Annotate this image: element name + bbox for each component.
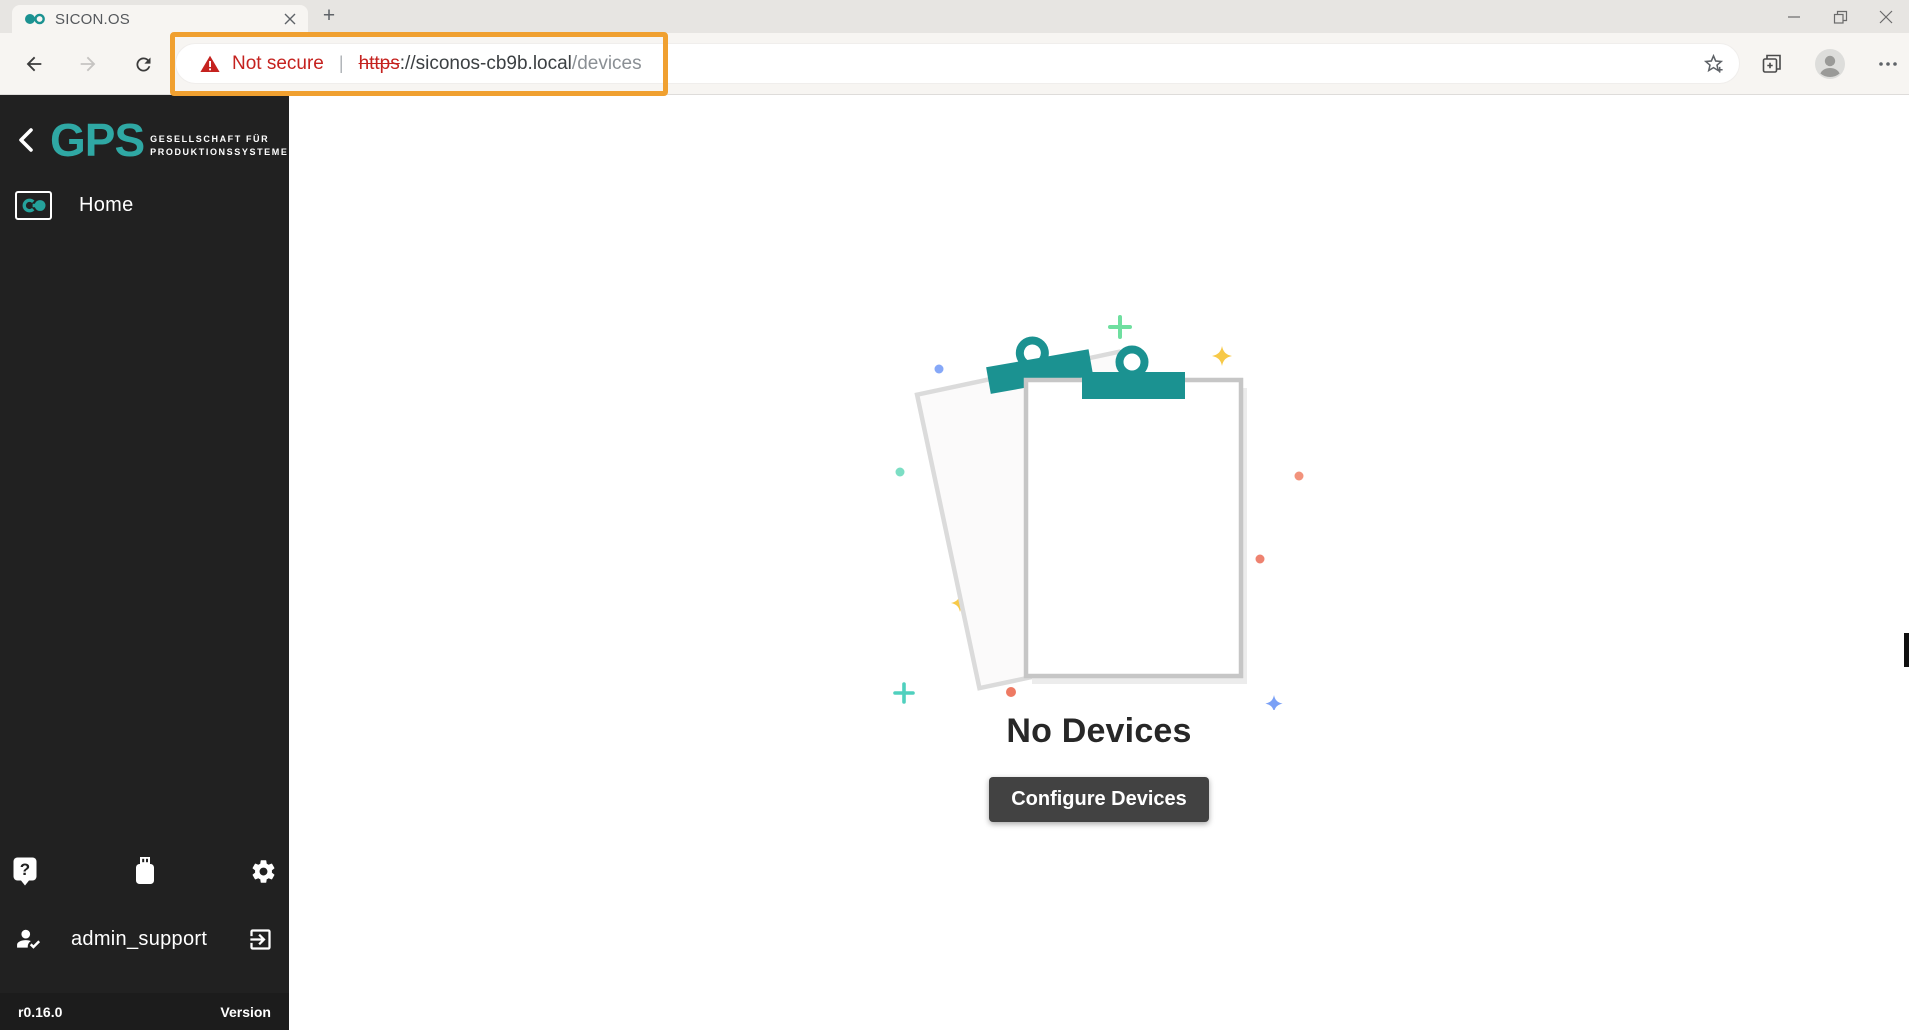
window-controls — [1771, 0, 1909, 33]
collections-icon[interactable] — [1751, 43, 1792, 84]
configure-devices-button[interactable]: Configure Devices — [989, 777, 1209, 822]
account-row: admin_support — [0, 917, 289, 961]
settings-gear-icon[interactable] — [250, 858, 277, 885]
empty-state-title: No Devices — [1006, 712, 1191, 751]
collapse-chevron-icon[interactable] — [16, 127, 36, 153]
help-icon[interactable]: ? — [12, 856, 39, 886]
svg-text:?: ? — [20, 860, 30, 879]
user-check-icon — [15, 926, 43, 952]
sidebar-item-label: Home — [79, 194, 134, 217]
browser-titlebar: SICON.OS + — [0, 0, 1909, 33]
restore-icon[interactable] — [1817, 0, 1863, 33]
url-scheme: https — [359, 53, 400, 74]
address-divider: | — [339, 53, 344, 74]
minimize-icon[interactable] — [1771, 0, 1817, 33]
browser-window: SICON.OS + — [0, 0, 1909, 1030]
tab-favicon-sicon-icon — [24, 12, 46, 26]
empty-state: No Devices Configure Devices — [884, 300, 1314, 822]
more-options-icon[interactable] — [1867, 43, 1908, 84]
url-path: /devices — [572, 53, 642, 74]
gps-logo-text: GPS — [50, 117, 144, 163]
address-bar[interactable]: Not secure | https://siconos-cb9b.local/… — [175, 43, 1740, 84]
sidebar: GPS GESELLSCHAFT FÜR PRODUKTIONSSYSTEME … — [0, 95, 289, 1030]
usb-device-icon[interactable] — [131, 856, 159, 886]
version-label: Version — [220, 1004, 271, 1020]
cursor-artifact — [1904, 633, 1909, 667]
gps-logo: GPS GESELLSCHAFT FÜR PRODUKTIONSSYSTEME — [50, 117, 288, 163]
sidebar-header: GPS GESELLSCHAFT FÜR PRODUKTIONSSYSTEME — [0, 95, 289, 163]
main-content: No Devices Configure Devices — [289, 95, 1909, 1030]
browser-toolbar: Not secure | https://siconos-cb9b.local/… — [0, 33, 1909, 95]
url-text: https://siconos-cb9b.local/devices — [359, 53, 642, 75]
sidebar-utility-icons: ? — [0, 851, 289, 891]
profile-avatar-icon[interactable] — [1809, 43, 1850, 84]
url-host: ://siconos-cb9b.local — [400, 53, 572, 74]
sicon-home-icon — [15, 191, 52, 220]
forward-icon[interactable] — [76, 52, 100, 76]
gps-logo-subtitle: GESELLSCHAFT FÜR PRODUKTIONSSYSTEME — [150, 133, 288, 159]
tab-close-icon[interactable] — [282, 11, 298, 27]
warning-triangle-icon — [200, 55, 220, 73]
new-tab-button[interactable]: + — [316, 3, 342, 29]
logout-icon[interactable] — [247, 926, 274, 953]
app-content: GPS GESELLSCHAFT FÜR PRODUKTIONSSYSTEME … — [0, 95, 1909, 1030]
refresh-icon[interactable] — [131, 52, 155, 76]
back-icon[interactable] — [22, 52, 46, 76]
security-status: Not secure — [232, 53, 324, 75]
close-window-icon[interactable] — [1863, 0, 1909, 33]
browser-tab[interactable]: SICON.OS — [12, 5, 308, 33]
version-bar: r0.16.0 Version — [0, 993, 289, 1030]
favorite-star-icon[interactable] — [1702, 52, 1725, 75]
version-value: r0.16.0 — [18, 1004, 62, 1020]
clipboards-illustration — [884, 300, 1314, 710]
tab-title: SICON.OS — [55, 11, 282, 28]
sidebar-item-home[interactable]: Home — [0, 183, 289, 227]
username-label: admin_support — [71, 928, 247, 951]
